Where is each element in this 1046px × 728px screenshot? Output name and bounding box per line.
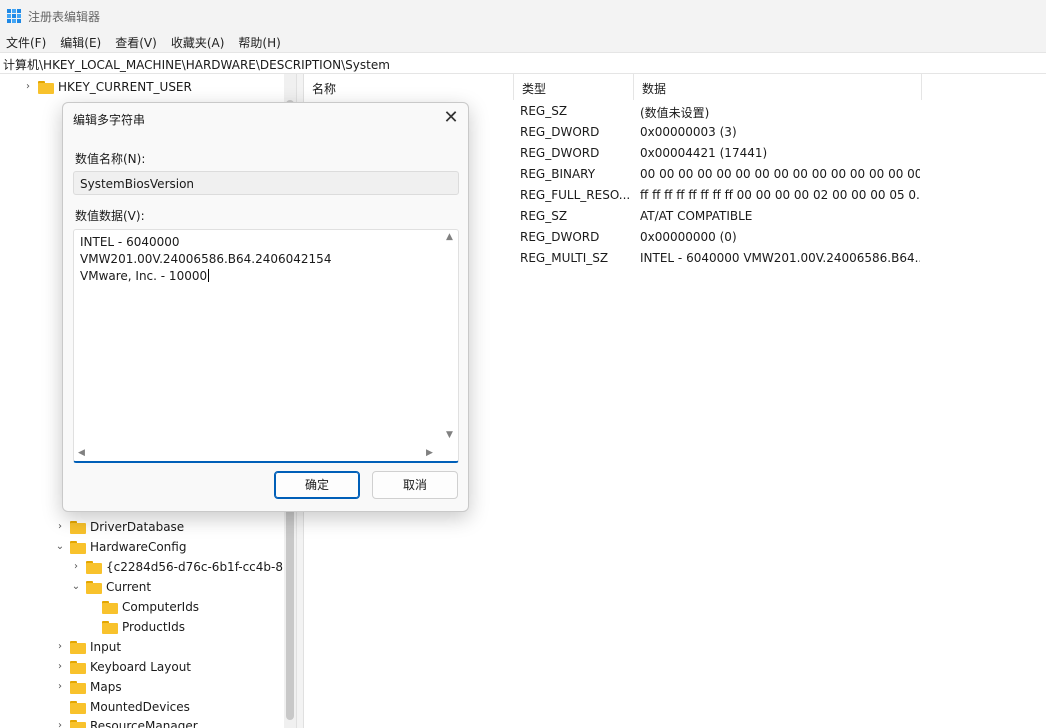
folder-icon	[38, 80, 54, 94]
value-name-label: 数值名称(N):	[75, 152, 146, 166]
tree-item-label: ProductIds	[122, 620, 185, 634]
text-caret	[208, 269, 210, 282]
row-type[interactable]: REG_SZ	[520, 209, 567, 223]
menu-file[interactable]: 文件(F)	[6, 32, 46, 52]
folder-icon	[70, 680, 86, 694]
folder-icon	[70, 640, 86, 654]
row-type[interactable]: REG_FULL_RESO...	[520, 188, 632, 202]
value-name-field: SystemBiosVersion	[73, 171, 459, 195]
column-header-type[interactable]: 类型	[514, 74, 634, 100]
row-type[interactable]: REG_SZ	[520, 104, 567, 118]
tree-item[interactable]: › {c2284d56-d76c-6b1f-cc4b-87	[70, 557, 291, 577]
folder-icon	[70, 540, 86, 554]
row-type[interactable]: REG_DWORD	[520, 230, 599, 244]
chevron-down-icon[interactable]: ⌄	[54, 541, 66, 553]
row-data[interactable]: ff ff ff ff ff ff ff ff 00 00 00 00 02 0…	[640, 188, 920, 202]
menu-help[interactable]: 帮助(H)	[238, 32, 280, 52]
chevron-right-icon[interactable]: ›	[54, 641, 66, 653]
window-title: 注册表编辑器	[28, 10, 101, 24]
tree-item-label: Maps	[90, 680, 122, 694]
row-data[interactable]: 0x00000000 (0)	[640, 230, 920, 244]
tree-item-label: Current	[106, 580, 152, 594]
row-type[interactable]: REG_BINARY	[520, 167, 595, 181]
folder-icon	[102, 600, 118, 614]
chevron-down-icon[interactable]: ⌄	[70, 581, 82, 593]
chevron-right-icon[interactable]: ›	[70, 561, 82, 573]
edit-multi-string-dialog: 编辑多字符串 ✕ 数值名称(N): SystemBiosVersion 数值数据…	[62, 102, 469, 512]
menu-favorites[interactable]: 收藏夹(A)	[171, 32, 225, 52]
registry-app-icon	[7, 9, 21, 23]
tree-item[interactable]: › Keyboard Layout	[54, 657, 191, 677]
chevron-right-icon[interactable]: ›	[22, 81, 34, 93]
chevron-right-icon[interactable]: ›	[54, 521, 66, 533]
data-line: VMware, Inc. - 10000	[80, 269, 210, 283]
folder-icon	[102, 620, 118, 634]
cancel-button[interactable]: 取消	[372, 471, 458, 499]
tree-item[interactable]: MountedDevices	[54, 697, 190, 717]
chevron-right-icon[interactable]: ›	[54, 681, 66, 693]
row-data[interactable]: AT/AT COMPATIBLE	[640, 209, 920, 223]
tree-item[interactable]: ⌄ Current	[70, 577, 151, 597]
tree-item-label: Input	[90, 640, 122, 654]
tree-item-label: HKEY_CURRENT_USER	[58, 80, 192, 94]
tree-item[interactable]: ⌄ HardwareConfig	[54, 537, 187, 557]
tree-item-label: ComputerIds	[122, 600, 200, 614]
tree-item[interactable]: › HKEY_CURRENT_USER	[22, 77, 192, 97]
folder-icon	[70, 660, 86, 674]
folder-icon	[70, 719, 86, 728]
folder-icon	[70, 700, 86, 714]
close-icon[interactable]: ✕	[437, 107, 465, 131]
tree-item[interactable]: ProductIds	[86, 617, 185, 637]
value-data-textarea[interactable]: INTEL - 6040000 VMW201.00V.24006586.B64.…	[73, 229, 459, 463]
data-horizontal-scrollbar[interactable]: ◀ ▶	[74, 445, 444, 461]
row-data[interactable]: 00 00 00 00 00 00 00 00 00 00 00 00 00 0…	[640, 167, 920, 181]
menu-view[interactable]: 查看(V)	[115, 32, 157, 52]
dialog-title: 编辑多字符串	[73, 113, 146, 127]
chevron-right-icon[interactable]: ›	[54, 720, 66, 728]
column-header-data[interactable]: 数据	[634, 74, 922, 100]
scroll-up-icon[interactable]: ▲	[446, 232, 453, 242]
menu-bar: 文件(F) 编辑(E) 查看(V) 收藏夹(A) 帮助(H)	[0, 32, 1046, 52]
row-data[interactable]: (数值未设置)	[640, 104, 920, 121]
title-bar: 注册表编辑器	[0, 0, 1046, 32]
row-type[interactable]: REG_DWORD	[520, 146, 599, 160]
row-data[interactable]: INTEL - 6040000 VMW201.00V.24006586.B64.…	[640, 251, 920, 265]
tree-item-label: Keyboard Layout	[90, 660, 192, 674]
tree-item-label: ResourceManager	[90, 719, 198, 728]
folder-icon	[86, 580, 102, 594]
folder-icon	[70, 520, 86, 534]
tree-item-label: HardwareConfig	[90, 540, 187, 554]
folder-icon	[86, 560, 102, 574]
tree-item[interactable]: ComputerIds	[86, 597, 199, 617]
tree-item[interactable]: › Maps	[54, 677, 122, 697]
tree-item[interactable]: › Input	[54, 637, 121, 657]
row-type[interactable]: REG_MULTI_SZ	[520, 251, 608, 265]
scroll-left-icon[interactable]: ◀	[78, 448, 85, 458]
ok-button[interactable]: 确定	[274, 471, 360, 499]
row-type[interactable]: REG_DWORD	[520, 125, 599, 139]
scroll-right-icon[interactable]: ▶	[426, 448, 433, 458]
column-header-name[interactable]: 名称	[304, 74, 514, 100]
row-data[interactable]: 0x00000003 (3)	[640, 125, 920, 139]
row-data[interactable]: 0x00004421 (17441)	[640, 146, 920, 160]
tree-item-label: {c2284d56-d76c-6b1f-cc4b-87	[106, 560, 291, 574]
data-line: INTEL - 6040000	[80, 235, 180, 249]
value-data-label: 数值数据(V):	[75, 209, 145, 223]
chevron-right-icon[interactable]: ›	[54, 661, 66, 673]
address-path: 计算机\HKEY_LOCAL_MACHINE\HARDWARE\DESCRIPT…	[3, 58, 390, 72]
tree-item[interactable]: › ResourceManager	[54, 716, 198, 728]
menu-edit[interactable]: 编辑(E)	[60, 32, 101, 52]
tree-item-label: MountedDevices	[90, 700, 190, 714]
scroll-down-icon[interactable]: ▼	[446, 430, 453, 440]
address-bar[interactable]: 计算机\HKEY_LOCAL_MACHINE\HARDWARE\DESCRIPT…	[0, 52, 1046, 74]
tree-item[interactable]: › DriverDatabase	[54, 517, 184, 537]
data-line: VMW201.00V.24006586.B64.2406042154	[80, 252, 332, 266]
tree-item-label: DriverDatabase	[90, 520, 185, 534]
data-vertical-scrollbar[interactable]: ▲ ▼	[442, 230, 458, 444]
